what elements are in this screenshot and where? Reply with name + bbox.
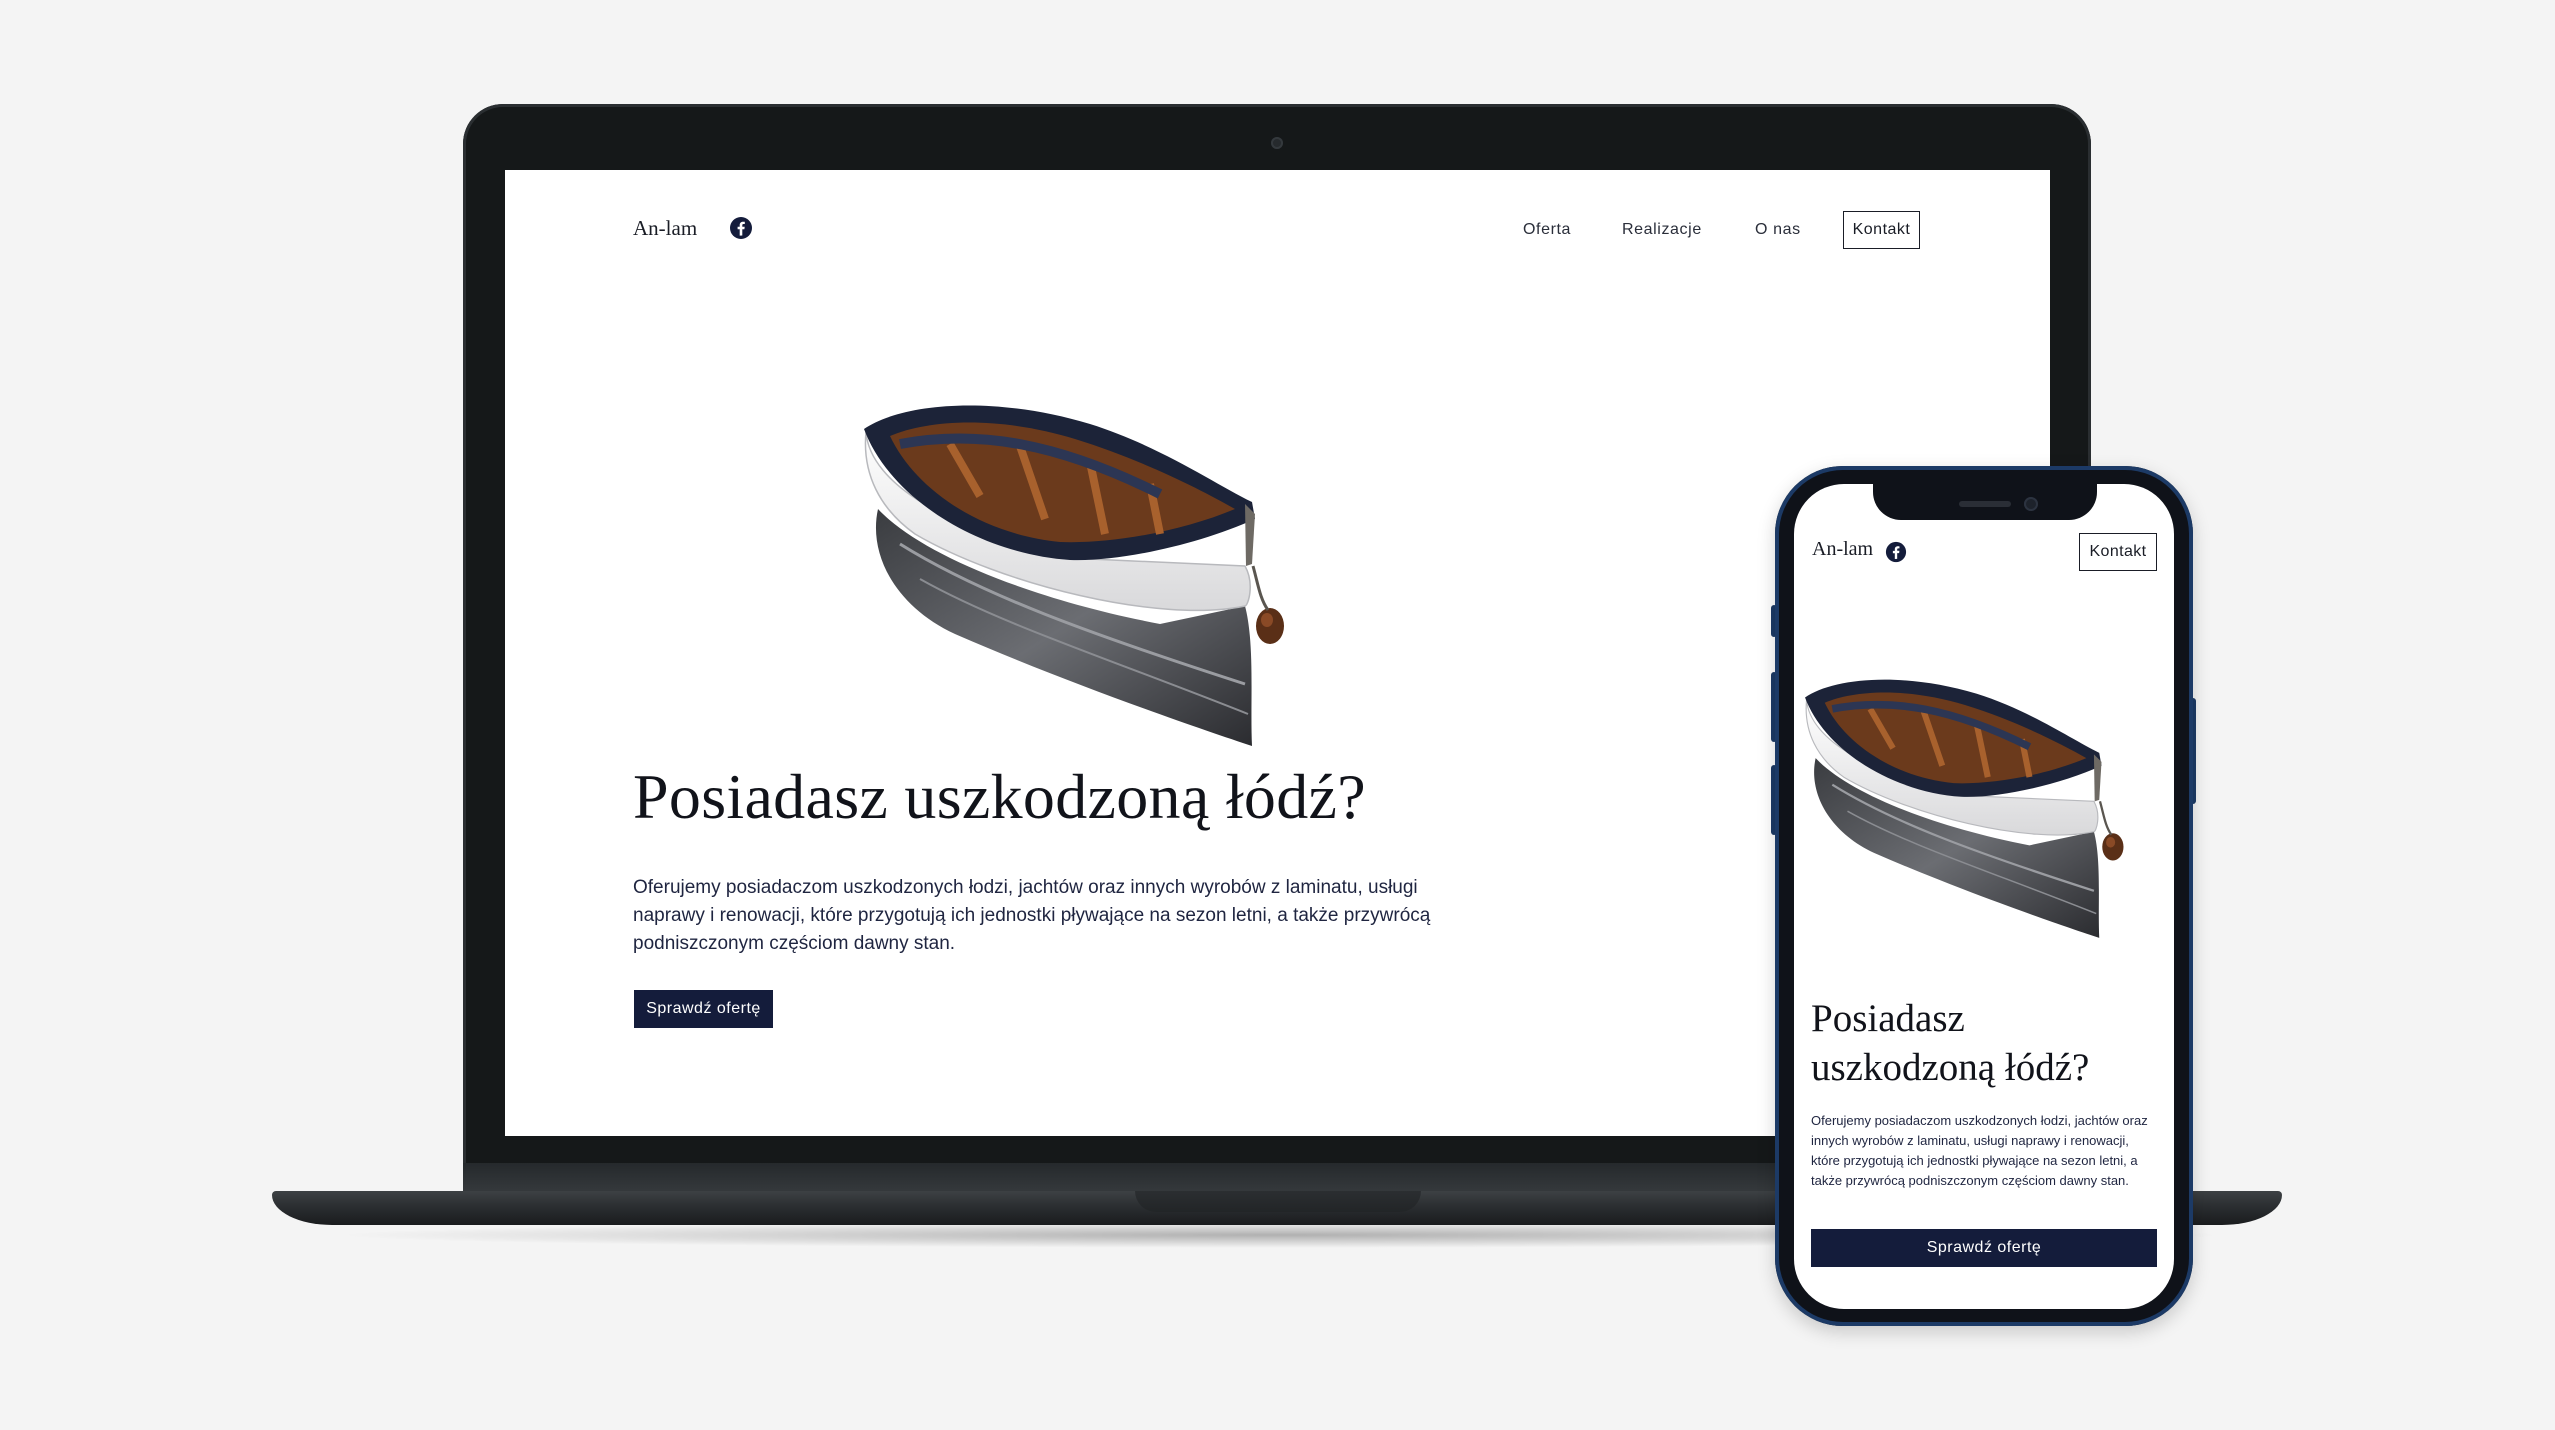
phone-screen: An-lam Kontakt Posiadasz uszkodzoną łódź… (1794, 484, 2174, 1309)
mobile-site-logo[interactable]: An-lam (1812, 538, 1873, 561)
phone-notch (1873, 478, 2097, 520)
mobile-kontakt-button[interactable]: Kontakt (2079, 533, 2157, 571)
hero-description: Oferujemy posiadaczom uszkodzonych łodzi… (633, 877, 1431, 954)
phone-speaker (1959, 501, 2011, 507)
nav-realizacje[interactable]: Realizacje (1622, 221, 1702, 239)
site-logo[interactable]: An-lam (633, 216, 697, 241)
nav-kontakt-button[interactable]: Kontakt (1843, 211, 1920, 249)
nav-oferta[interactable]: Oferta (1523, 221, 1571, 239)
mobile-check-offer-button[interactable]: Sprawdź ofertę (1811, 1229, 2157, 1267)
hero-title: Posiadasz uszkodzoną łódź? (633, 761, 1366, 832)
laptop-camera (1271, 137, 1283, 149)
mobile-hero-title: Posiadasz uszkodzoną łódź? (1811, 997, 2090, 1089)
facebook-icon[interactable] (729, 216, 753, 240)
phone-camera (2024, 497, 2038, 511)
check-offer-button[interactable]: Sprawdź ofertę (634, 990, 773, 1028)
mobile-hero-description: Oferujemy posiadaczom uszkodzonych łodzi… (1811, 1113, 2148, 1188)
boat-image (1805, 679, 2124, 938)
facebook-icon[interactable] (1885, 541, 1907, 563)
laptop-opening-notch (1135, 1191, 1421, 1212)
boat-image (864, 405, 1284, 746)
nav-o-nas[interactable]: O nas (1755, 221, 1801, 239)
